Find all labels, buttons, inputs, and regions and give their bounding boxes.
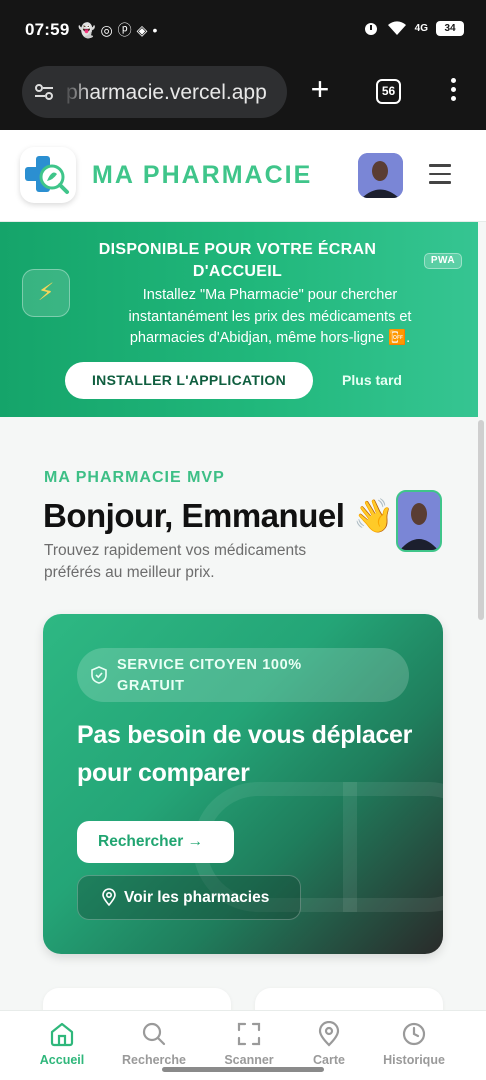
tab-switcher-button[interactable]: 56	[376, 79, 401, 104]
nav-item-historique[interactable]: Historique	[372, 1021, 456, 1067]
history-icon	[402, 1022, 426, 1046]
lightning-icon: ⚡	[22, 269, 70, 317]
map-pin-icon	[318, 1021, 340, 1047]
scan-icon	[237, 1022, 261, 1046]
status-time: 07:59	[25, 20, 70, 39]
search-button[interactable]: Rechercher →	[77, 821, 234, 863]
shield-check-icon	[91, 666, 107, 684]
url-text[interactable]: pharmacie.vercel.app	[66, 81, 267, 105]
battery-level: 34	[444, 22, 456, 34]
section-eyebrow: MA PHARMACIE MVP	[44, 469, 225, 486]
home-icon	[50, 1022, 74, 1047]
later-button[interactable]: Plus tard	[330, 362, 414, 399]
nav-item-accueil[interactable]: Accueil	[20, 1021, 104, 1067]
instagram-icon: ◎	[100, 22, 113, 38]
nav-item-recherche[interactable]: Recherche	[112, 1021, 196, 1067]
nav-item-carte[interactable]: Carte	[287, 1021, 371, 1067]
browser-toolbar: pharmacie.vercel.app + 56	[0, 62, 486, 130]
app-logo[interactable]	[20, 147, 76, 203]
hero-title: Pas besoin de vous déplacer pour compare…	[77, 721, 413, 787]
view-pharmacies-label: Voir les pharmacies	[124, 889, 270, 906]
address-bar[interactable]: pharmacie.vercel.app	[22, 66, 287, 118]
greeting-heading: Bonjour, Emmanuel 👋	[43, 497, 394, 534]
gesture-handle[interactable]	[162, 1067, 324, 1072]
install-app-button[interactable]: INSTALLER L'APPLICATION	[65, 362, 313, 399]
profile-avatar[interactable]	[396, 490, 442, 552]
new-tab-button[interactable]: +	[305, 73, 335, 105]
app-header: MA PHARMACIE	[0, 130, 486, 222]
dot-icon: •	[152, 22, 158, 38]
more-menu-button[interactable]	[448, 78, 458, 106]
nav-label: Historique	[383, 1053, 445, 1067]
snapchat-icon: 👻	[78, 22, 96, 38]
nav-label: Carte	[313, 1053, 345, 1067]
nav-label: Accueil	[39, 1053, 85, 1067]
view-pharmacies-button[interactable]: Voir les pharmacies	[77, 875, 301, 920]
hero-card: SERVICE CITOYEN 100% GRATUIT Pas besoin …	[43, 614, 443, 954]
nav-label: Recherche	[122, 1053, 186, 1067]
url-fade	[62, 66, 92, 118]
pill-decoration-divider	[343, 782, 357, 912]
banner-title: DISPONIBLE POUR VOTRE ÉCRAN D'ACCUEIL	[98, 241, 377, 280]
alarm-icon	[364, 23, 377, 35]
pharmacy-cross-icon	[25, 156, 69, 194]
page-scrollbar[interactable]	[478, 420, 484, 620]
install-banner: ⚡ DISPONIBLE POUR VOTRE ÉCRAN D'ACCUEIL …	[0, 222, 478, 417]
wifi-icon	[387, 21, 406, 35]
nav-label: Scanner	[224, 1053, 274, 1067]
map-pin-icon	[102, 888, 116, 906]
brand-name: MA PHARMACIE	[92, 161, 313, 189]
banner-description: Installez "Ma Pharmacie" pour chercher i…	[128, 287, 412, 346]
pinterest-icon: ⓟ	[117, 22, 132, 38]
battery-icon: 34	[436, 20, 464, 36]
site-settings-icon[interactable]	[34, 82, 54, 102]
notification-icons: 👻 ◎ ⓟ ◈ •	[78, 22, 157, 38]
chip-label: SERVICE CITOYEN 100% GRATUIT	[117, 657, 302, 694]
service-chip: SERVICE CITOYEN 100% GRATUIT	[77, 648, 409, 702]
greeting-subtitle: Trouvez rapidement vos médicaments préfé…	[44, 542, 307, 581]
system-icons: 4G 34	[363, 20, 464, 36]
search-icon	[142, 1022, 166, 1046]
status-bar: 07:59 👻 ◎ ⓟ ◈ • 4G 34	[0, 0, 486, 62]
avatar[interactable]	[358, 153, 403, 198]
menu-icon[interactable]	[429, 164, 451, 186]
tab-count: 56	[381, 84, 396, 98]
network-label: 4G	[414, 22, 428, 34]
nav-item-scanner[interactable]: Scanner	[207, 1021, 291, 1067]
app-icon: ◈	[136, 22, 148, 38]
pwa-badge: PWA	[424, 253, 462, 269]
